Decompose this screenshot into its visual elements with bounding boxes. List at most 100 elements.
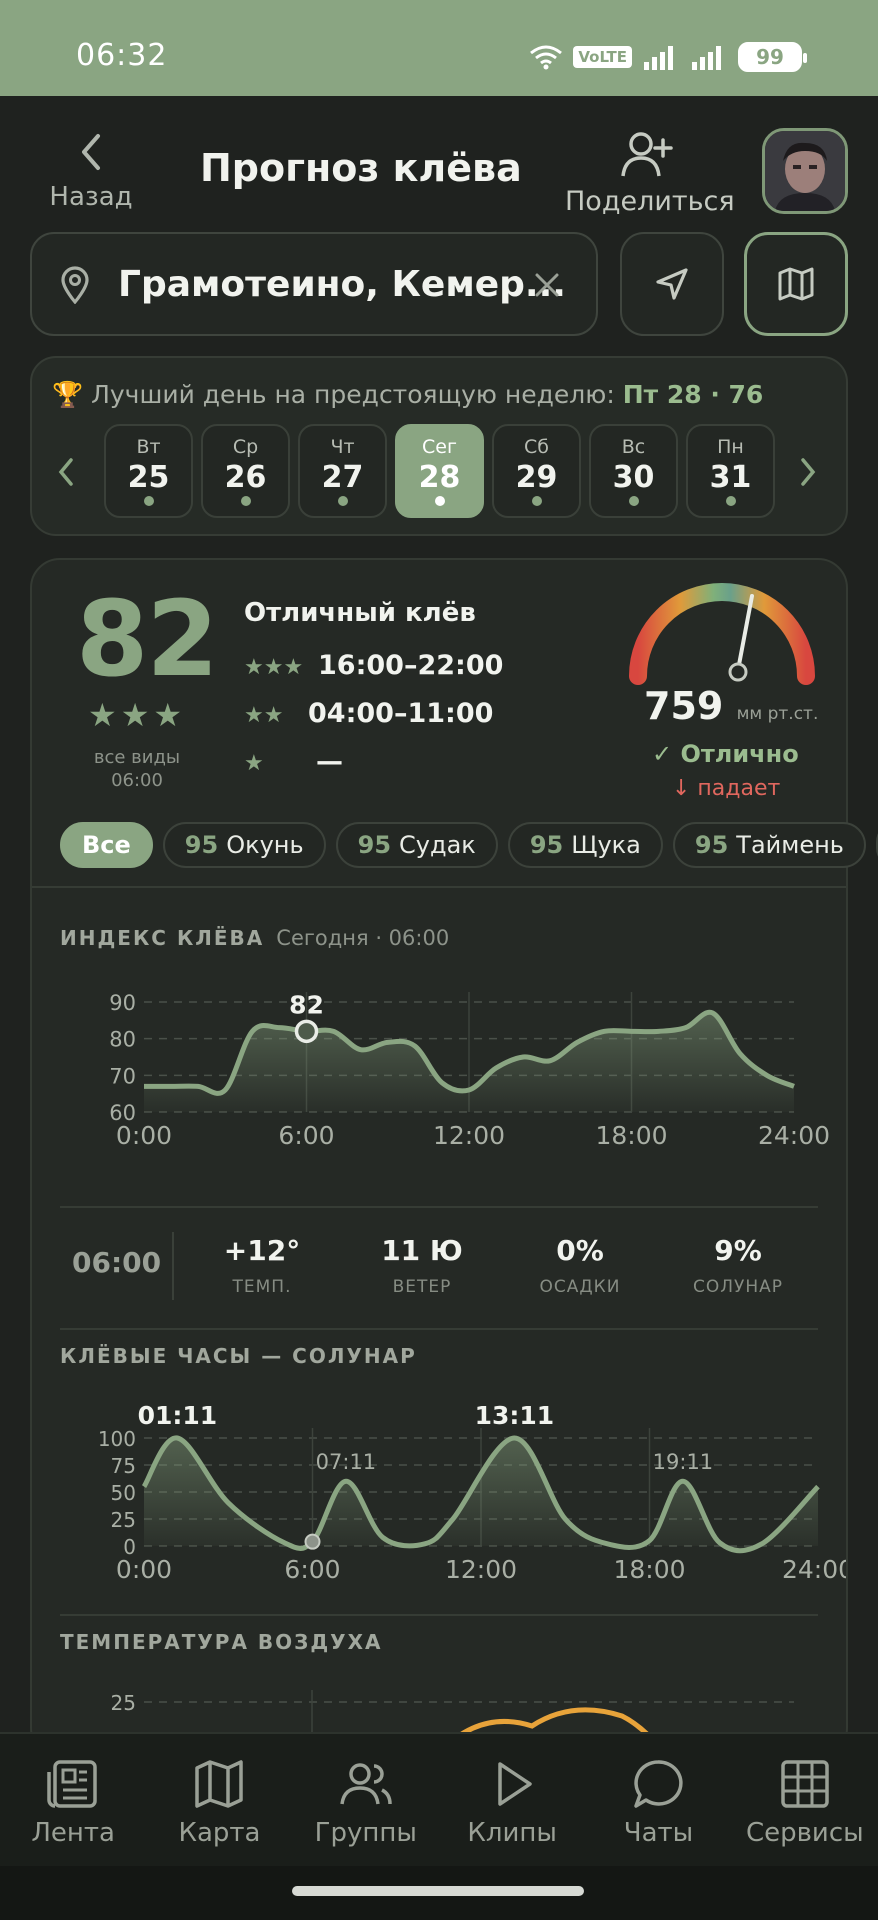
day-number: 29 (515, 460, 558, 495)
chip-score: 95 (184, 831, 219, 859)
chip-species[interactable]: 95 Судак (335, 822, 498, 868)
nav-clips[interactable]: Клипы (439, 1734, 585, 1866)
weather-value: 11 Ю (381, 1234, 463, 1267)
peak-label: 13:11 (475, 1401, 555, 1430)
chip-species[interactable]: 95 Окунь (162, 822, 326, 868)
pressure-status: ✓ Отлично (652, 740, 799, 768)
weather-wind: 11 Ю ВЕТЕР (352, 1234, 492, 1297)
period-stars: ★ (244, 751, 264, 776)
bite-index-chart: 607080900:00 6:00 12:00 18:00 24:0082 (109, 990, 830, 1150)
signal-icon-2 (692, 46, 721, 70)
day-number: 28 (418, 460, 461, 495)
weather-label: ТЕМП. (232, 1277, 292, 1297)
nav-chats[interactable]: Чаты (585, 1734, 731, 1866)
home-indicator[interactable] (292, 1886, 584, 1896)
period-row: ★★★ 16:00–22:00 (244, 650, 503, 681)
map-view-button[interactable] (744, 232, 848, 336)
weather-solunar: 9% СОЛУНАР (668, 1234, 808, 1297)
nav-services[interactable]: Сервисы (732, 1734, 878, 1866)
location-pin-icon (61, 266, 89, 304)
day-item[interactable]: Вс 30 (589, 424, 678, 518)
day-item[interactable]: Сб 29 (492, 424, 581, 518)
best-day-value: Пт 28 · 76 (622, 380, 764, 409)
weather-time: 06:00 (72, 1246, 162, 1279)
page-title: Прогноз клёва (200, 146, 522, 190)
day-item[interactable]: Вт 25 (104, 424, 193, 518)
chevron-left-icon[interactable] (54, 454, 78, 490)
gauge-arc (629, 583, 815, 685)
bite-index-heading: ИНДЕКС КЛЁВА (60, 926, 265, 950)
status-bar: 06:32 VoLTE 99 (0, 0, 878, 96)
peak-label: 19:11 (653, 1450, 714, 1474)
chevron-right-icon[interactable] (796, 454, 820, 490)
navigation-arrow-icon (656, 268, 688, 300)
solunar-title: КЛЁВЫЕ ЧАСЫ — СОЛУНАР (60, 1344, 417, 1368)
chip-label: Таймень (736, 831, 844, 859)
solunar-chart: 02550751000:006:0012:0018:0024:0001:1107… (98, 1401, 846, 1584)
clear-icon[interactable] (532, 270, 562, 300)
pressure-unit: мм рт.ст. (736, 704, 819, 724)
bite-index-title: ИНДЕКС КЛЁВА Сегодня · 06:00 (60, 926, 449, 950)
nav-feed[interactable]: Лента (0, 1734, 146, 1866)
share-label: Поделиться (565, 186, 735, 217)
day-item[interactable]: Ср 26 (201, 424, 290, 518)
day-item[interactable]: Пн 31 (686, 424, 775, 518)
day-weekday: Сб (524, 436, 549, 458)
day-item-selected[interactable]: Сег 28 (395, 424, 484, 518)
clips-icon (498, 1762, 532, 1806)
chip-species[interactable]: 95 Таймень (672, 822, 866, 868)
x-tick-label: 24:00 (782, 1555, 846, 1584)
nav-map[interactable]: Карта (146, 1734, 292, 1866)
chip-all[interactable]: Все (60, 822, 153, 868)
add-user-icon (621, 132, 673, 177)
nav-label: Лента (31, 1818, 115, 1848)
best-day-text: 🏆 Лучший день на предстоящую неделю: Пт … (52, 380, 763, 410)
day-weekday: Вс (621, 436, 646, 458)
species-label: все виды (93, 747, 181, 768)
weather-precip: 0% ОСАДКИ (510, 1234, 650, 1297)
status-icons: VoLTE 99 (529, 40, 807, 74)
bite-index-subtitle: Сегодня · 06:00 (276, 926, 450, 950)
nav-groups[interactable]: Группы (293, 1734, 439, 1866)
my-location-button[interactable] (620, 232, 724, 336)
bite-quality: Отличный клёв (244, 598, 476, 628)
avatar[interactable] (762, 128, 848, 214)
bite-score: 82 (76, 578, 219, 700)
nav-label: Чаты (623, 1818, 694, 1848)
chip-score: 95 (357, 831, 392, 859)
chip-species[interactable]: 95 Щука (507, 822, 663, 868)
nav-label: Сервисы (745, 1818, 864, 1848)
services-icon (781, 1760, 829, 1808)
day-number: 25 (127, 460, 170, 495)
bottom-nav: Лента Карта Группы Клипы Чаты Сервисы (0, 1732, 878, 1866)
chip-label: Все (82, 831, 131, 859)
x-tick-label: 12:00 (433, 1121, 505, 1150)
gauge-needle (736, 594, 754, 672)
weather-label: ОСАДКИ (539, 1277, 621, 1297)
weather-label: ВЕТЕР (392, 1277, 452, 1297)
back-button[interactable]: Назад (48, 132, 134, 212)
score-time: 06:00 (111, 770, 163, 791)
chevron-left-icon (82, 134, 100, 170)
location-field[interactable]: Грамотеино, Кемер... (30, 232, 598, 336)
weather-value: 9% (714, 1234, 762, 1267)
day-indicator (338, 496, 348, 506)
nav-label: Группы (314, 1818, 417, 1848)
y-tick-label: 80 (109, 1028, 136, 1052)
share-button[interactable]: Поделиться (565, 130, 735, 217)
nav-label: Карта (178, 1818, 261, 1848)
current-marker (304, 1533, 321, 1550)
battery-indicator: 99 (738, 42, 807, 72)
x-tick-label: 6:00 (278, 1121, 334, 1150)
forecast-card: 82 ★★★ все виды 06:00 Отличный клёв ★★★ 16… (30, 558, 878, 1758)
score-caption: все виды 06:00 (72, 746, 202, 792)
weather-temp: +12° ТЕМП. (192, 1234, 332, 1297)
temperature-title: ТЕМПЕРАТУРА ВОЗДУХА (60, 1630, 383, 1654)
y-tick-label: 70 (109, 1064, 136, 1088)
current-marker (294, 1019, 319, 1044)
peak-label: 07:11 (316, 1450, 377, 1474)
period-stars: ★★ (244, 703, 284, 728)
weather-separator (172, 1232, 174, 1300)
day-item[interactable]: Чт 27 (298, 424, 387, 518)
x-tick-label: 18:00 (613, 1555, 685, 1584)
